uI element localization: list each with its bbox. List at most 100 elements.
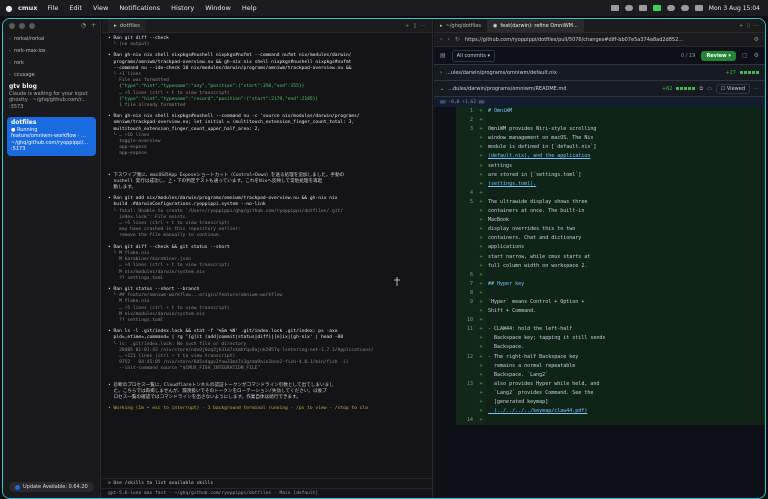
add-workspace-icon[interactable]: + (91, 22, 96, 29)
url-field[interactable]: https://github.com/ryoppippi/dotfiles/pu… (465, 37, 749, 43)
more-icon[interactable]: ⋯ (754, 23, 759, 29)
diff-row[interactable]: + Shift + Command. (434, 307, 765, 317)
diff-row[interactable]: + applications (434, 243, 765, 253)
sidebar-toggle-icon[interactable]: ▤ (440, 52, 446, 59)
new-line-number[interactable] (456, 388, 476, 398)
status-icon[interactable] (624, 5, 633, 11)
new-line-number[interactable] (456, 407, 476, 417)
battery-icon[interactable] (652, 5, 661, 11)
app-menu[interactable]: cmux (18, 4, 37, 12)
new-line-number[interactable] (456, 343, 476, 353)
wifi-icon[interactable] (666, 5, 675, 11)
control-center-icon[interactable] (694, 5, 703, 11)
menu-file[interactable]: File (47, 4, 58, 12)
new-line-number[interactable]: 14 (456, 416, 476, 426)
new-line-number[interactable]: 8 (456, 288, 476, 298)
new-line-number[interactable] (456, 370, 476, 380)
all-commits-dropdown[interactable]: All commits ▾ (451, 49, 496, 62)
terminal-pane[interactable]: ▸ dotfiles + ▯ ⋯ • Ran git diff --check … (102, 19, 433, 498)
diff-row[interactable]: 4 + (434, 188, 765, 198)
diff-row[interactable]: + (settings.toml). (434, 179, 765, 189)
new-line-number[interactable] (456, 398, 476, 408)
more-icon[interactable]: ⋯ (754, 86, 759, 92)
status-icon[interactable] (610, 5, 619, 11)
chevron-down-icon[interactable]: ⌄ (440, 86, 444, 92)
search-icon[interactable] (680, 5, 689, 11)
diff-row[interactable]: 12 + - The right-half Backspace key (434, 352, 765, 362)
menu-notifications[interactable]: Notifications (119, 4, 160, 12)
diff-row[interactable]: 5 + The ultrawide display shows three (434, 197, 765, 208)
sidebar-item-ccusage[interactable]: › ccusage (3, 69, 100, 81)
more-icon[interactable]: ⋯ (421, 23, 427, 29)
sidebar-item-rork-max-ios[interactable]: › rork-max-ios (3, 45, 100, 57)
new-line-number[interactable]: 7 (456, 279, 476, 289)
new-tab-icon[interactable]: + (739, 23, 743, 29)
diff-row[interactable]: + full column width on workspace 2. (434, 261, 765, 271)
diff-row[interactable]: 11 + - CLAW44: hold the left-half (434, 325, 765, 335)
sidebar-item-rork[interactable]: › rork (3, 57, 100, 69)
split-icon[interactable]: ▯ (747, 23, 750, 29)
new-line-number[interactable] (456, 252, 476, 262)
new-line-number[interactable] (456, 234, 476, 244)
split-icon[interactable]: ▯ (413, 23, 416, 29)
menu-view[interactable]: View (93, 4, 108, 12)
diff-row[interactable]: 6 + (434, 270, 765, 280)
new-line-number[interactable]: 6 (456, 270, 476, 280)
reload-icon[interactable]: ↻ (455, 36, 460, 43)
diff-row[interactable]: 7 + ## Hyper key (434, 279, 765, 289)
diff-row[interactable]: 1 + # OmniWM (434, 107, 765, 117)
minimize-button[interactable] (19, 23, 25, 29)
new-line-number[interactable]: 5 (456, 197, 476, 208)
new-line-number[interactable] (456, 179, 476, 189)
sidebar-item-dotfiles[interactable]: dotfiles ● Running feature/omniwm-workfl… (7, 117, 96, 156)
tab-dotfiles[interactable]: ▸ dotfiles (108, 19, 147, 32)
diff-row[interactable]: + settings (434, 161, 765, 171)
diff-row[interactable]: + (default.nix), and the application (434, 152, 765, 162)
new-line-number[interactable] (456, 134, 476, 144)
terminal-output[interactable]: • Ran git diff --check └ (no output) • Ra… (102, 33, 432, 485)
new-line-number[interactable] (456, 216, 476, 226)
new-line-number[interactable] (456, 225, 476, 235)
new-line-number[interactable] (456, 307, 476, 317)
sidebar-item-rorkai[interactable]: › rorkai/rorkai (3, 33, 100, 45)
new-line-number[interactable]: 10 (456, 316, 476, 326)
new-line-number[interactable]: 12 (456, 352, 476, 362)
new-line-number[interactable] (456, 152, 476, 162)
zoom-button[interactable] (29, 23, 35, 29)
new-tab-icon[interactable]: + (405, 23, 410, 29)
new-line-number[interactable]: 13 (456, 379, 476, 389)
menu-window[interactable]: Window (205, 4, 231, 12)
new-line-number[interactable] (456, 361, 476, 371)
apple-menu-icon[interactable]: ● (0, 4, 18, 13)
comment-icon[interactable]: ▢ (742, 52, 748, 59)
diff-row[interactable]: 14 + (434, 416, 765, 426)
diff-row[interactable]: + window management on macOS. The Nix (434, 134, 765, 144)
sidebar-item-gtv-blog[interactable]: gtv blog Claude is waiting for your inpu… (3, 81, 100, 113)
diff-row[interactable]: + display overrides this to two (434, 225, 765, 235)
forward-icon[interactable]: › (447, 36, 449, 43)
diff-row[interactable]: + `Lang2` provides Command. See the (434, 388, 765, 398)
menu-history[interactable]: History (171, 4, 194, 12)
new-line-number[interactable]: 1 (456, 107, 476, 117)
diff-row[interactable]: 10 + (434, 316, 765, 326)
review-button[interactable]: Review ▾ (701, 50, 736, 61)
diff-row[interactable]: + containers. Chat and dictionary (434, 234, 765, 244)
new-line-number[interactable] (456, 261, 476, 271)
diff-row[interactable]: + [generated keymap] (434, 398, 765, 408)
diff-row[interactable]: + remains a normal repeatable (434, 361, 765, 371)
diff-row[interactable]: 13 + also provides Hyper while held, and (434, 379, 765, 389)
tab-dotfiles-terminal[interactable]: ▸ ~/ghq/dotfiles (434, 19, 487, 32)
diff-row[interactable]: 2 + (434, 116, 765, 126)
new-line-number[interactable] (456, 207, 476, 217)
diff-row[interactable]: + start narrow, while cmux starts at (434, 252, 765, 262)
file-icon[interactable]: ▭ (707, 86, 712, 92)
new-line-number[interactable]: 11 (456, 325, 476, 335)
menu-help[interactable]: Help (242, 4, 257, 12)
chevron-right-icon[interactable]: › (440, 70, 442, 76)
diff-row[interactable]: + Backspace. `Lang2` (434, 370, 765, 380)
tab-pull-request[interactable]: ◉ feat(darwin): refine OmniWM... (487, 19, 584, 32)
bell-icon[interactable]: ◔ (81, 22, 86, 29)
diff-row[interactable]: + Backspace. (434, 343, 765, 353)
new-line-number[interactable]: 9 (456, 297, 476, 308)
devtools-icon[interactable]: ⚙ (754, 36, 759, 43)
